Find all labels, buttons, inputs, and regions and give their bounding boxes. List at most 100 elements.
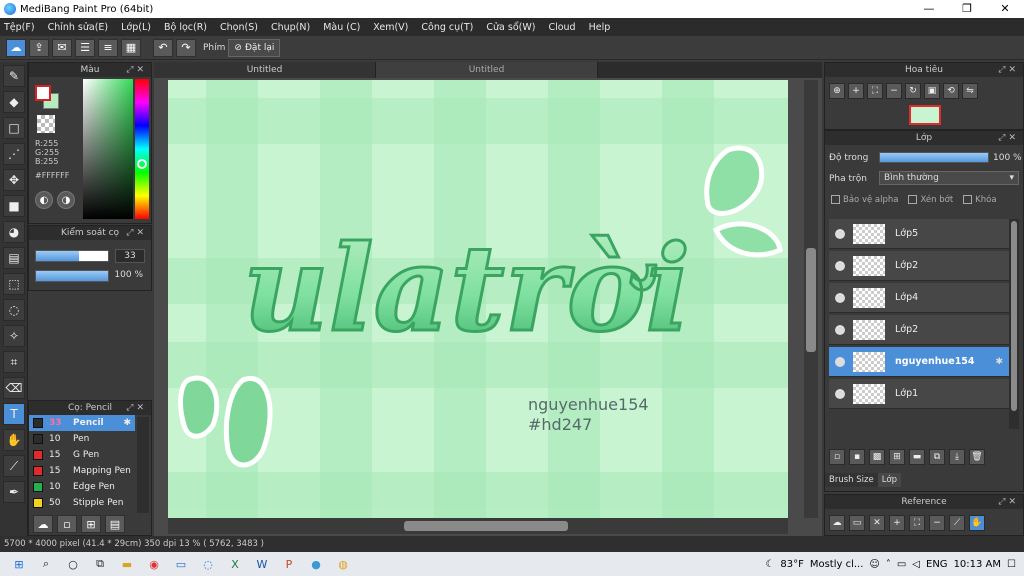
rectangle-tool-icon[interactable]: □ bbox=[3, 117, 25, 139]
layer-row[interactable]: Lớp5 bbox=[829, 219, 1009, 249]
brush-tool-icon[interactable]: ✎ bbox=[3, 65, 25, 87]
layer-row[interactable]: Lớp1 bbox=[829, 379, 1009, 409]
add-layer-menu-icon[interactable]: ⊞ bbox=[889, 449, 905, 465]
brush-item[interactable]: 50 Stipple Pen bbox=[29, 495, 135, 511]
windows-start-icon[interactable]: ⊞ bbox=[8, 556, 30, 572]
vertical-scrollbar[interactable] bbox=[804, 80, 818, 518]
select-eraser-icon[interactable]: ⌫ bbox=[3, 377, 25, 399]
new-layer-icon[interactable]: ▫ bbox=[829, 449, 845, 465]
brush-item[interactable]: 10 Pen bbox=[29, 431, 135, 447]
list-icon[interactable]: ≡ bbox=[98, 38, 118, 57]
brush-item[interactable]: 33 Pencil ✱ bbox=[29, 415, 135, 431]
menu-edit[interactable]: Chỉnh sửa(E) bbox=[48, 22, 109, 33]
reset-button[interactable]: ⊘ Đặt lại bbox=[228, 38, 281, 57]
brush-list-scrollbar[interactable] bbox=[137, 417, 149, 513]
redo-icon[interactable]: ↷ bbox=[176, 38, 196, 57]
chat-icon[interactable]: ☰ bbox=[75, 38, 95, 57]
close-button[interactable]: ✕ bbox=[986, 0, 1024, 18]
brush-size-value[interactable]: 33 bbox=[115, 249, 145, 263]
tab-layer[interactable]: Lớp bbox=[877, 473, 902, 487]
task-view-icon[interactable]: ⧉ bbox=[89, 556, 111, 572]
menu-filter[interactable]: Bộ lọc(R) bbox=[164, 22, 207, 33]
flip-icon[interactable]: ⇋ bbox=[962, 83, 978, 99]
menu-view[interactable]: Xem(V) bbox=[373, 22, 408, 33]
eraser-tool-icon[interactable]: ◆ bbox=[3, 91, 25, 113]
blend-select[interactable]: Bình thường ▾ bbox=[879, 171, 1019, 185]
text-tool-icon[interactable]: T bbox=[3, 403, 25, 425]
menu-select[interactable]: Chọn(S) bbox=[220, 22, 258, 33]
comment-icon[interactable]: ✉ bbox=[52, 38, 72, 57]
merge-icon[interactable]: ⤓ bbox=[949, 449, 965, 465]
desktop-icon[interactable]: ▭ bbox=[170, 556, 192, 572]
palette-icon[interactable]: ◐ bbox=[35, 191, 53, 209]
zoom-out-icon[interactable]: − bbox=[886, 83, 902, 99]
panel-controls-icon[interactable]: ⤢✕ bbox=[998, 131, 1019, 145]
app-icon-red[interactable]: ◉ bbox=[143, 556, 165, 572]
eye-icon[interactable] bbox=[835, 260, 845, 271]
file-explorer-icon[interactable]: ▬ bbox=[116, 556, 138, 572]
network-icon[interactable]: ▭ bbox=[897, 559, 906, 570]
ref-hand-icon[interactable]: ✋ bbox=[969, 515, 985, 531]
panel-controls-icon[interactable]: ⤢✕ bbox=[998, 63, 1019, 77]
search-icon[interactable]: ⌕ bbox=[35, 556, 57, 572]
gradient-tool-icon[interactable]: ▤ bbox=[3, 247, 25, 269]
layer-opacity-slider[interactable] bbox=[879, 152, 989, 163]
word-icon[interactable]: W bbox=[251, 556, 273, 572]
layer-scrollbar[interactable] bbox=[1009, 219, 1019, 429]
gear-icon[interactable]: ✱ bbox=[995, 357, 1003, 367]
color-picker-icon[interactable]: ◑ bbox=[57, 191, 75, 209]
add-brush-icon[interactable]: ⊞ bbox=[81, 515, 101, 533]
menu-color[interactable]: Màu (C) bbox=[323, 22, 360, 33]
tab-brush-size[interactable]: Brush Size bbox=[825, 473, 878, 487]
eye-icon[interactable] bbox=[835, 292, 845, 303]
menu-tools[interactable]: Công cụ(T) bbox=[421, 22, 473, 33]
hand-tool-icon[interactable]: ✋ bbox=[3, 429, 25, 451]
brush-opacity-slider[interactable] bbox=[35, 270, 109, 282]
brush-item[interactable]: 15 G Pen bbox=[29, 447, 135, 463]
layer-row[interactable]: nguyenhue154 ✱ bbox=[829, 347, 1009, 377]
maximize-button[interactable]: ❐ bbox=[948, 0, 986, 18]
lock-checkbox[interactable]: Khóa bbox=[963, 195, 997, 205]
panel-controls-icon[interactable]: ⤢✕ bbox=[126, 63, 147, 77]
new-brush-icon[interactable]: ▫ bbox=[57, 515, 77, 533]
gear-icon[interactable]: ✱ bbox=[123, 418, 131, 428]
select-pen-icon[interactable]: ⌗ bbox=[3, 351, 25, 373]
hue-knob[interactable] bbox=[137, 159, 147, 169]
navigator-thumbnail[interactable] bbox=[909, 105, 941, 125]
menu-snap[interactable]: Chụp(N) bbox=[271, 22, 310, 33]
pen-tool-icon[interactable]: ✒ bbox=[3, 481, 25, 503]
horizontal-scrollbar[interactable] bbox=[168, 518, 788, 534]
protect-alpha-checkbox[interactable]: Bảo vệ alpha bbox=[831, 195, 898, 205]
eye-icon[interactable] bbox=[835, 356, 845, 367]
open-folder-icon[interactable]: ▭ bbox=[849, 515, 865, 531]
artboard[interactable]: ulatrời nguyenhue154 #hd247 bbox=[168, 80, 788, 518]
folder-icon[interactable]: ▬ bbox=[909, 449, 925, 465]
fullscreen-icon[interactable]: ▣ bbox=[924, 83, 940, 99]
layer-row[interactable]: Lớp4 bbox=[829, 283, 1009, 313]
ref-fit-icon[interactable]: ⛶ bbox=[909, 515, 925, 531]
ref-eyedropper-icon[interactable]: ⟋ bbox=[949, 515, 965, 531]
volume-icon[interactable]: ◁ bbox=[912, 559, 920, 570]
menu-window[interactable]: Cửa sổ(W) bbox=[486, 22, 535, 33]
edge-icon[interactable]: ◌ bbox=[197, 556, 219, 572]
panel-controls-icon[interactable]: ⤢✕ bbox=[126, 401, 147, 415]
dot-tool-icon[interactable]: ⋰ bbox=[3, 143, 25, 165]
excel-icon[interactable]: X bbox=[224, 556, 246, 572]
new-halftone-layer-icon[interactable]: ▪ bbox=[849, 449, 865, 465]
chevron-up-icon[interactable]: ˄ bbox=[886, 559, 891, 570]
brush-item[interactable]: 10 Edge Pen bbox=[29, 479, 135, 495]
people-icon[interactable]: ☺ bbox=[869, 559, 879, 570]
transparent-swatch[interactable] bbox=[37, 115, 55, 133]
powerpoint-icon[interactable]: P bbox=[278, 556, 300, 572]
duplicate-icon[interactable]: ⧉ bbox=[929, 449, 945, 465]
menu-file[interactable]: Tệp(F) bbox=[4, 22, 35, 33]
layer-row[interactable]: Lớp2 bbox=[829, 315, 1009, 345]
main-color-swatch[interactable] bbox=[35, 85, 51, 101]
eye-icon[interactable] bbox=[835, 228, 845, 239]
menu-layer[interactable]: Lớp(L) bbox=[121, 22, 151, 33]
notification-icon[interactable]: ☐ bbox=[1007, 559, 1016, 570]
rotate-icon[interactable]: ↻ bbox=[905, 83, 921, 99]
clipping-checkbox[interactable]: Xén bớt bbox=[908, 195, 953, 205]
new-8bit-layer-icon[interactable]: ▩ bbox=[869, 449, 885, 465]
chrome-icon[interactable]: ◍ bbox=[332, 556, 354, 572]
